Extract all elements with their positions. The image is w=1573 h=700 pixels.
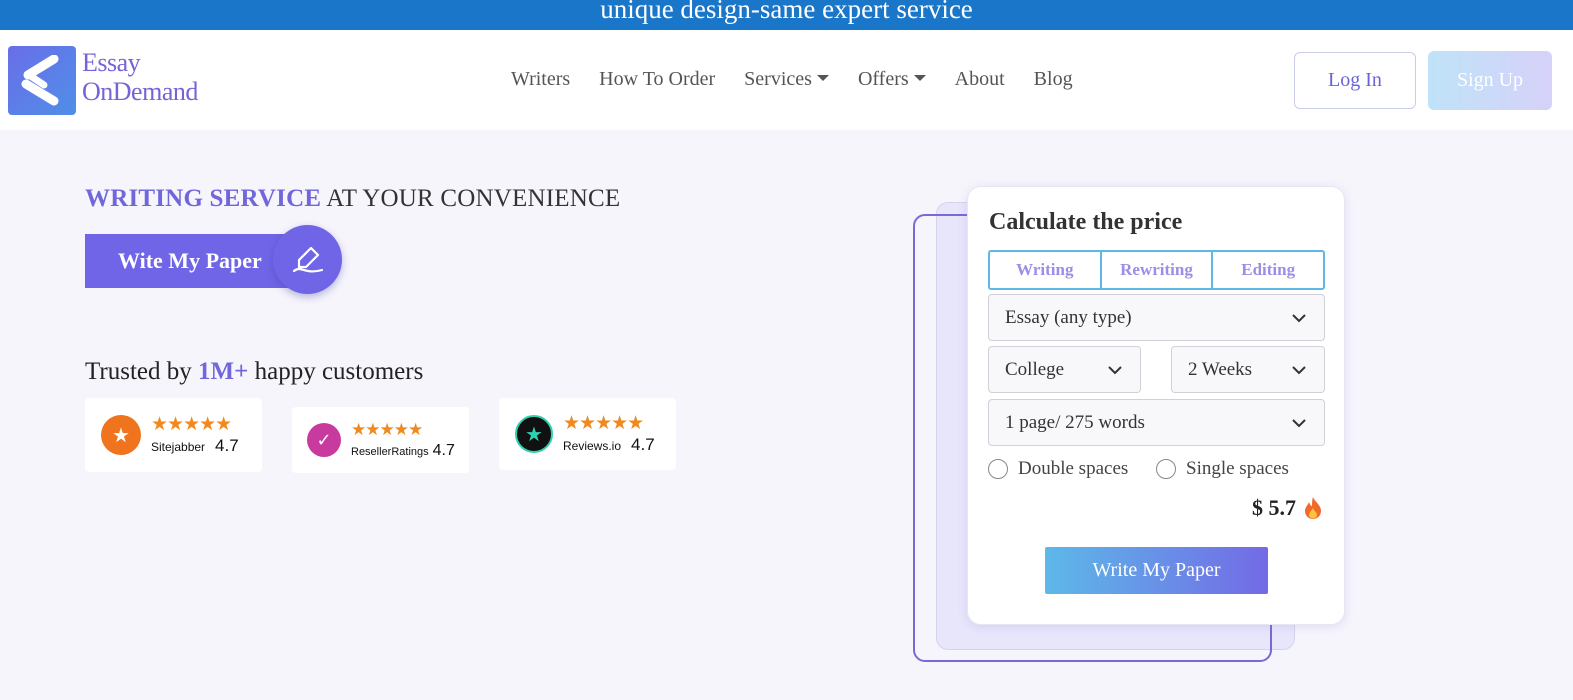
nav-writers-label: Writers	[511, 68, 571, 90]
tab-editing[interactable]: Editing	[1213, 252, 1323, 288]
badge-reviews-io[interactable]: ★ ★★★★★ Reviews.io 4.7	[499, 398, 676, 470]
paper-type-value: Essay (any type)	[1005, 306, 1132, 328]
pen-icon[interactable]	[273, 225, 342, 294]
trusted-suffix: happy customers	[248, 358, 424, 385]
nav-how-to-order[interactable]: How To Order	[599, 67, 715, 91]
badge-score: 4.7	[432, 442, 455, 459]
sitejabber-icon: ★	[101, 415, 141, 455]
hero-title: WRITING SERVICE AT YOUR CONVENIENCE	[85, 185, 620, 213]
promo-banner: unique design-same expert service	[0, 0, 1573, 30]
price-value: $ 5.7	[1252, 495, 1296, 520]
deadline-select[interactable]: 2 Weeks	[1171, 346, 1325, 393]
tab-writing[interactable]: Writing	[990, 252, 1102, 288]
badge-name: Sitejabber	[151, 440, 206, 454]
double-spaces-label: Double spaces	[1018, 458, 1129, 479]
caret-down-icon	[913, 75, 926, 81]
wite-my-paper-button[interactable]: Wite My Paper	[85, 234, 303, 288]
chevron-down-icon	[1292, 419, 1306, 428]
hero-title-rest: AT YOUR CONVENIENCE	[321, 185, 621, 212]
logo[interactable]: Essay OnDemand	[8, 46, 198, 115]
paper-type-select[interactable]: Essay (any type)	[988, 294, 1325, 341]
fire-icon	[1305, 497, 1321, 519]
nav-offers[interactable]: Offers	[858, 67, 926, 91]
pages-select[interactable]: 1 page/ 275 words	[988, 399, 1325, 446]
logo-icon	[8, 46, 76, 115]
resellerratings-icon: ✓	[307, 423, 341, 457]
tab-rewriting[interactable]: Rewriting	[1102, 252, 1214, 288]
nav-how-to-order-label: How To Order	[599, 68, 716, 90]
login-button[interactable]: Log In	[1294, 52, 1416, 109]
nav-about[interactable]: About	[955, 67, 1005, 91]
trusted-count: 1M+	[198, 358, 249, 385]
trusted-prefix: Trusted by	[85, 358, 198, 385]
single-spaces-label: Single spaces	[1186, 458, 1289, 479]
price-display: $ 5.7	[1252, 495, 1324, 521]
academic-level-value: College	[1005, 358, 1065, 380]
chevron-down-icon	[1108, 366, 1122, 375]
badge-name: Reviews.io	[563, 439, 622, 453]
write-my-paper-button[interactable]: Write My Paper	[1045, 547, 1268, 594]
hero-title-accent: WRITING SERVICE	[85, 185, 322, 212]
trusted-text: Trusted by 1M+ happy customers	[85, 358, 423, 386]
calculator-title: Calculate the price	[989, 209, 1183, 235]
badge-name: ResellerRatings	[351, 446, 429, 458]
logo-text-line1: Essay	[82, 48, 141, 77]
nav-offers-label: Offers	[857, 68, 909, 90]
promo-banner-text: unique design-same expert service	[600, 0, 973, 24]
badge-score: 4.7	[631, 435, 655, 454]
caret-down-icon	[816, 75, 829, 81]
nav-blog-label: Blog	[1033, 68, 1073, 90]
signup-button[interactable]: Sign Up	[1428, 51, 1552, 110]
single-spaces-option[interactable]: Single spaces	[1156, 458, 1289, 480]
nav-blog[interactable]: Blog	[1034, 67, 1073, 91]
single-spaces-radio[interactable]	[1156, 459, 1176, 479]
logo-text: Essay OnDemand	[82, 48, 198, 106]
academic-level-select[interactable]: College	[988, 346, 1141, 393]
nav-services[interactable]: Services	[744, 67, 829, 91]
chevron-down-icon	[1292, 366, 1306, 375]
deadline-value: 2 Weeks	[1188, 358, 1253, 380]
main-nav: Writers How To Order Services Offers Abo…	[511, 67, 1102, 91]
pages-value: 1 page/ 275 words	[1005, 411, 1145, 433]
double-spaces-radio[interactable]	[988, 459, 1008, 479]
badge-sitejabber[interactable]: ★ ★★★★★ Sitejabber 4.7	[85, 398, 262, 472]
rating-stars: ★★★★★	[351, 420, 423, 440]
rating-stars: ★★★★★	[151, 413, 232, 435]
badge-score: 4.7	[215, 436, 239, 455]
nav-services-label: Services	[744, 68, 812, 90]
nav-about-label: About	[954, 68, 1005, 90]
service-tabs: Writing Rewriting Editing	[988, 250, 1325, 290]
logo-text-line2: OnDemand	[82, 77, 198, 106]
badge-resellerratings[interactable]: ✓ ★★★★★ ResellerRatings 4.7	[292, 407, 469, 473]
site-header: Essay OnDemand Writers How To Order Serv…	[0, 30, 1573, 130]
nav-writers[interactable]: Writers	[511, 67, 570, 91]
rating-stars: ★★★★★	[563, 412, 644, 434]
reviews-io-icon: ★	[515, 415, 553, 453]
double-spaces-option[interactable]: Double spaces	[988, 458, 1128, 480]
chevron-down-icon	[1292, 314, 1306, 323]
